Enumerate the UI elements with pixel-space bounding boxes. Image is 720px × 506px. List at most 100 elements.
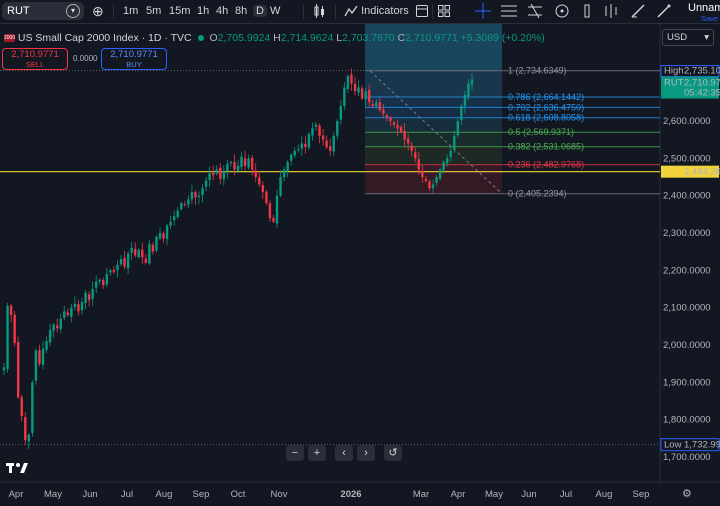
timeframe-8h[interactable]: 8h xyxy=(235,0,247,23)
time-tick-label: 2026 xyxy=(340,489,361,500)
time-tick-label: Apr xyxy=(451,489,466,500)
candle-body xyxy=(183,204,187,206)
candle-body xyxy=(240,156,243,167)
legend-title[interactable]: US Small Cap 2000 Index · 1D · TVC xyxy=(18,32,192,44)
layout-grid-icon[interactable] xyxy=(438,0,450,23)
candle-body xyxy=(126,253,130,269)
currency-label: USD xyxy=(667,32,688,43)
change-value: +5.3089 (+0.20%) xyxy=(460,32,545,44)
candle-body xyxy=(59,318,62,330)
price-chart[interactable]: 2,600.0000 2,500.0000 2,400.0000 2,300.0000… xyxy=(0,24,720,506)
candle-body xyxy=(151,244,155,252)
fib-level-label: 0.618 (2,608.8058) xyxy=(508,113,584,123)
alert-icon[interactable] xyxy=(604,0,618,23)
crosshair-icon[interactable] xyxy=(475,0,491,23)
market-status-icon xyxy=(197,35,204,42)
open-value: 2,705.9924 xyxy=(217,32,271,44)
last-price-symbol: RUT xyxy=(664,78,684,89)
candle-body xyxy=(275,195,279,224)
toolbar-divider xyxy=(303,4,304,19)
tradingview-logo[interactable] xyxy=(6,462,28,477)
candle-body xyxy=(73,303,77,308)
ruler-icon[interactable] xyxy=(583,0,591,23)
bar-countdown: 05:42:35 xyxy=(684,88,720,99)
chart-pane[interactable]: 2,600.0000 2,500.0000 2,400.0000 2,300.0000… xyxy=(0,24,720,506)
candle-body xyxy=(339,106,343,120)
high-tag-label: High xyxy=(664,66,684,77)
buy-button[interactable]: 2,710.9771 BUY xyxy=(101,48,167,70)
settings-gear-icon[interactable]: ⚙ xyxy=(682,487,692,500)
candle-body xyxy=(364,91,367,100)
sell-button[interactable]: 2,710.9771 SELL xyxy=(2,48,68,70)
symbol-search[interactable]: RUT ▾ xyxy=(2,2,84,20)
timeframe-w[interactable]: W xyxy=(270,0,280,23)
candle-body xyxy=(343,87,346,106)
candle-body xyxy=(197,195,201,197)
candle-body xyxy=(141,249,144,258)
magic-wand-icon[interactable] xyxy=(657,0,671,23)
price-tick-label: 1,900.0000 xyxy=(663,377,711,388)
brush-icon[interactable] xyxy=(631,0,645,23)
measure-icon[interactable] xyxy=(555,0,569,23)
candle-body xyxy=(176,210,179,218)
candle-body xyxy=(261,185,265,192)
candle-body xyxy=(87,294,91,301)
trend-lines-icon[interactable] xyxy=(501,0,517,23)
candle-body xyxy=(467,83,470,97)
candle-body xyxy=(24,417,27,441)
indicators-icon xyxy=(344,5,358,17)
zoom-in-button[interactable]: + xyxy=(308,445,326,461)
timeframe-15m[interactable]: 15m xyxy=(169,0,190,23)
candle-body xyxy=(158,233,162,239)
indicator-templates-icon[interactable] xyxy=(416,0,428,23)
candle-body xyxy=(460,106,463,120)
currency-select[interactable]: USD ▾ xyxy=(662,29,714,46)
candlestick-chart-type-icon[interactable] xyxy=(312,0,326,23)
candle-body xyxy=(289,154,293,161)
candle-body xyxy=(208,173,211,180)
time-tick-label: Aug xyxy=(596,489,613,500)
candle-body xyxy=(20,397,23,416)
timeframe-1h[interactable]: 1h xyxy=(197,0,209,23)
candle-body xyxy=(98,279,101,282)
candle-body xyxy=(318,125,321,136)
candle-body xyxy=(378,102,382,110)
timeframe-4h[interactable]: 4h xyxy=(216,0,228,23)
time-tick-label: Sep xyxy=(633,489,650,500)
toolbar-divider xyxy=(113,4,114,19)
timeframe-d[interactable]: D xyxy=(253,5,267,17)
compare-add-icon[interactable]: ⊕ xyxy=(92,0,104,23)
reset-chart-button[interactable]: ↺ xyxy=(384,445,402,461)
candle-body xyxy=(421,170,424,177)
scroll-right-button[interactable]: › xyxy=(357,445,375,461)
candle-body xyxy=(236,165,240,171)
candle-body xyxy=(272,218,275,222)
candle-body xyxy=(293,150,296,156)
price-tick-label: 2,300.0000 xyxy=(663,228,711,239)
candle-body xyxy=(300,143,304,149)
candle-body xyxy=(226,163,229,172)
candle-body xyxy=(445,158,449,164)
sell-label: SELL xyxy=(25,60,45,69)
candle-body xyxy=(438,169,442,179)
candle-body xyxy=(169,221,172,226)
candle-body xyxy=(282,169,286,178)
scroll-left-button[interactable]: ‹ xyxy=(335,445,353,461)
fib-zone xyxy=(365,164,502,194)
candle-body xyxy=(258,177,261,185)
candle-body xyxy=(247,158,250,168)
symbol-menu-icon[interactable]: ▾ xyxy=(66,4,80,18)
zoom-out-button[interactable]: − xyxy=(286,445,304,461)
timeframe-5m[interactable]: 5m xyxy=(146,0,161,23)
fib-tools-icon[interactable] xyxy=(528,0,542,23)
chevron-down-icon: ▾ xyxy=(704,32,709,43)
candle-body xyxy=(112,270,116,273)
candle-body xyxy=(63,311,66,318)
candle-body xyxy=(180,203,183,210)
time-tick-label: Jun xyxy=(82,489,97,500)
candle-body xyxy=(346,76,350,89)
candle-body xyxy=(201,188,204,196)
candle-body xyxy=(116,264,119,271)
indicators-button[interactable]: Indicators xyxy=(344,0,409,23)
timeframe-1m[interactable]: 1m xyxy=(123,0,138,23)
